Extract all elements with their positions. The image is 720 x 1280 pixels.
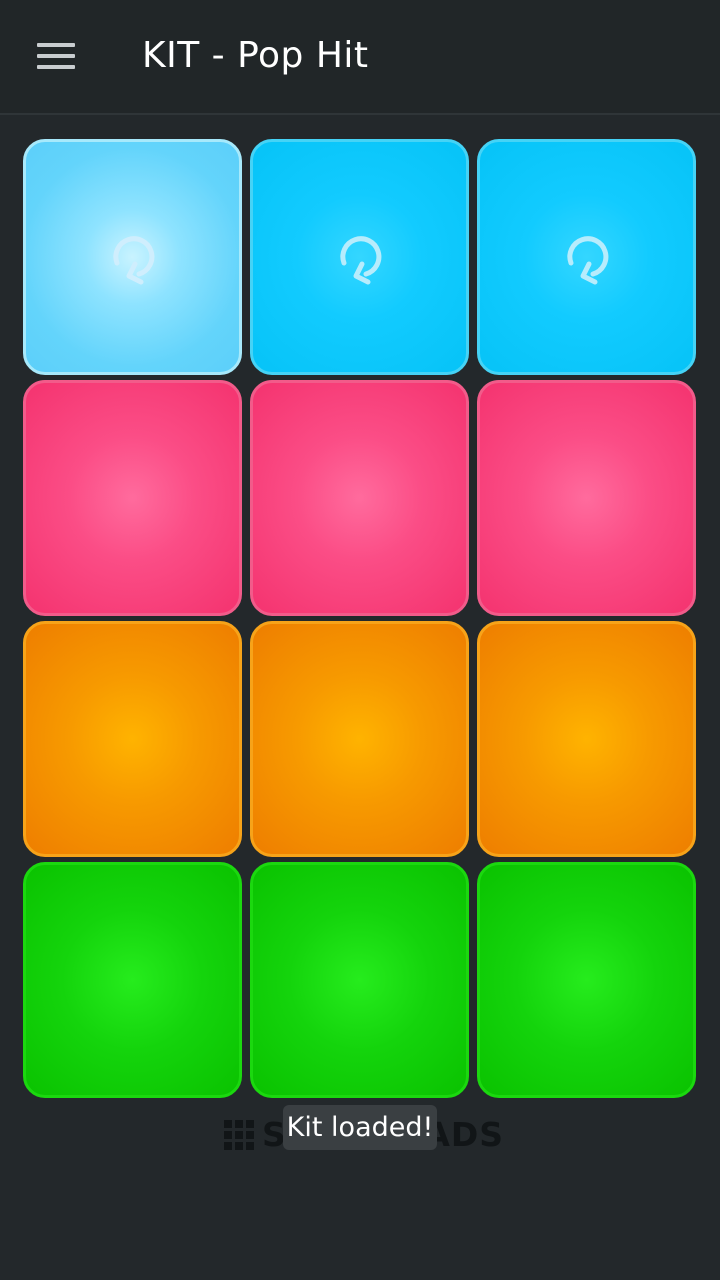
pad-row4-col2[interactable] [250,862,469,1098]
page-title: KIT - Pop Hit [142,35,369,76]
loop-icon [112,236,154,285]
loop-icon [566,236,608,285]
pad-row3-col2[interactable] [250,621,469,857]
pad-row1-col1[interactable] [23,139,242,375]
app-bar: KIT - Pop Hit [0,0,720,115]
pad-row2-col1[interactable] [23,380,242,616]
pad-row1-col3[interactable] [477,139,696,375]
app-screen: KIT - Pop Hit PADS Kit loaded! [0,0,720,1280]
hamburger-menu-icon [37,43,75,47]
pad-row4-col3[interactable] [477,862,696,1098]
pad-row3-col1[interactable] [23,621,242,857]
pad-row3-col3[interactable] [477,621,696,857]
toast-message: Kit loaded! [283,1105,437,1150]
grid-icon [224,1120,254,1150]
pad-row1-col2[interactable] [250,139,469,375]
loop-icon [339,236,381,285]
pad-row4-col1[interactable] [23,862,242,1098]
pad-row2-col3[interactable] [477,380,696,616]
menu-button[interactable] [26,30,86,82]
pad-row2-col2[interactable] [250,380,469,616]
